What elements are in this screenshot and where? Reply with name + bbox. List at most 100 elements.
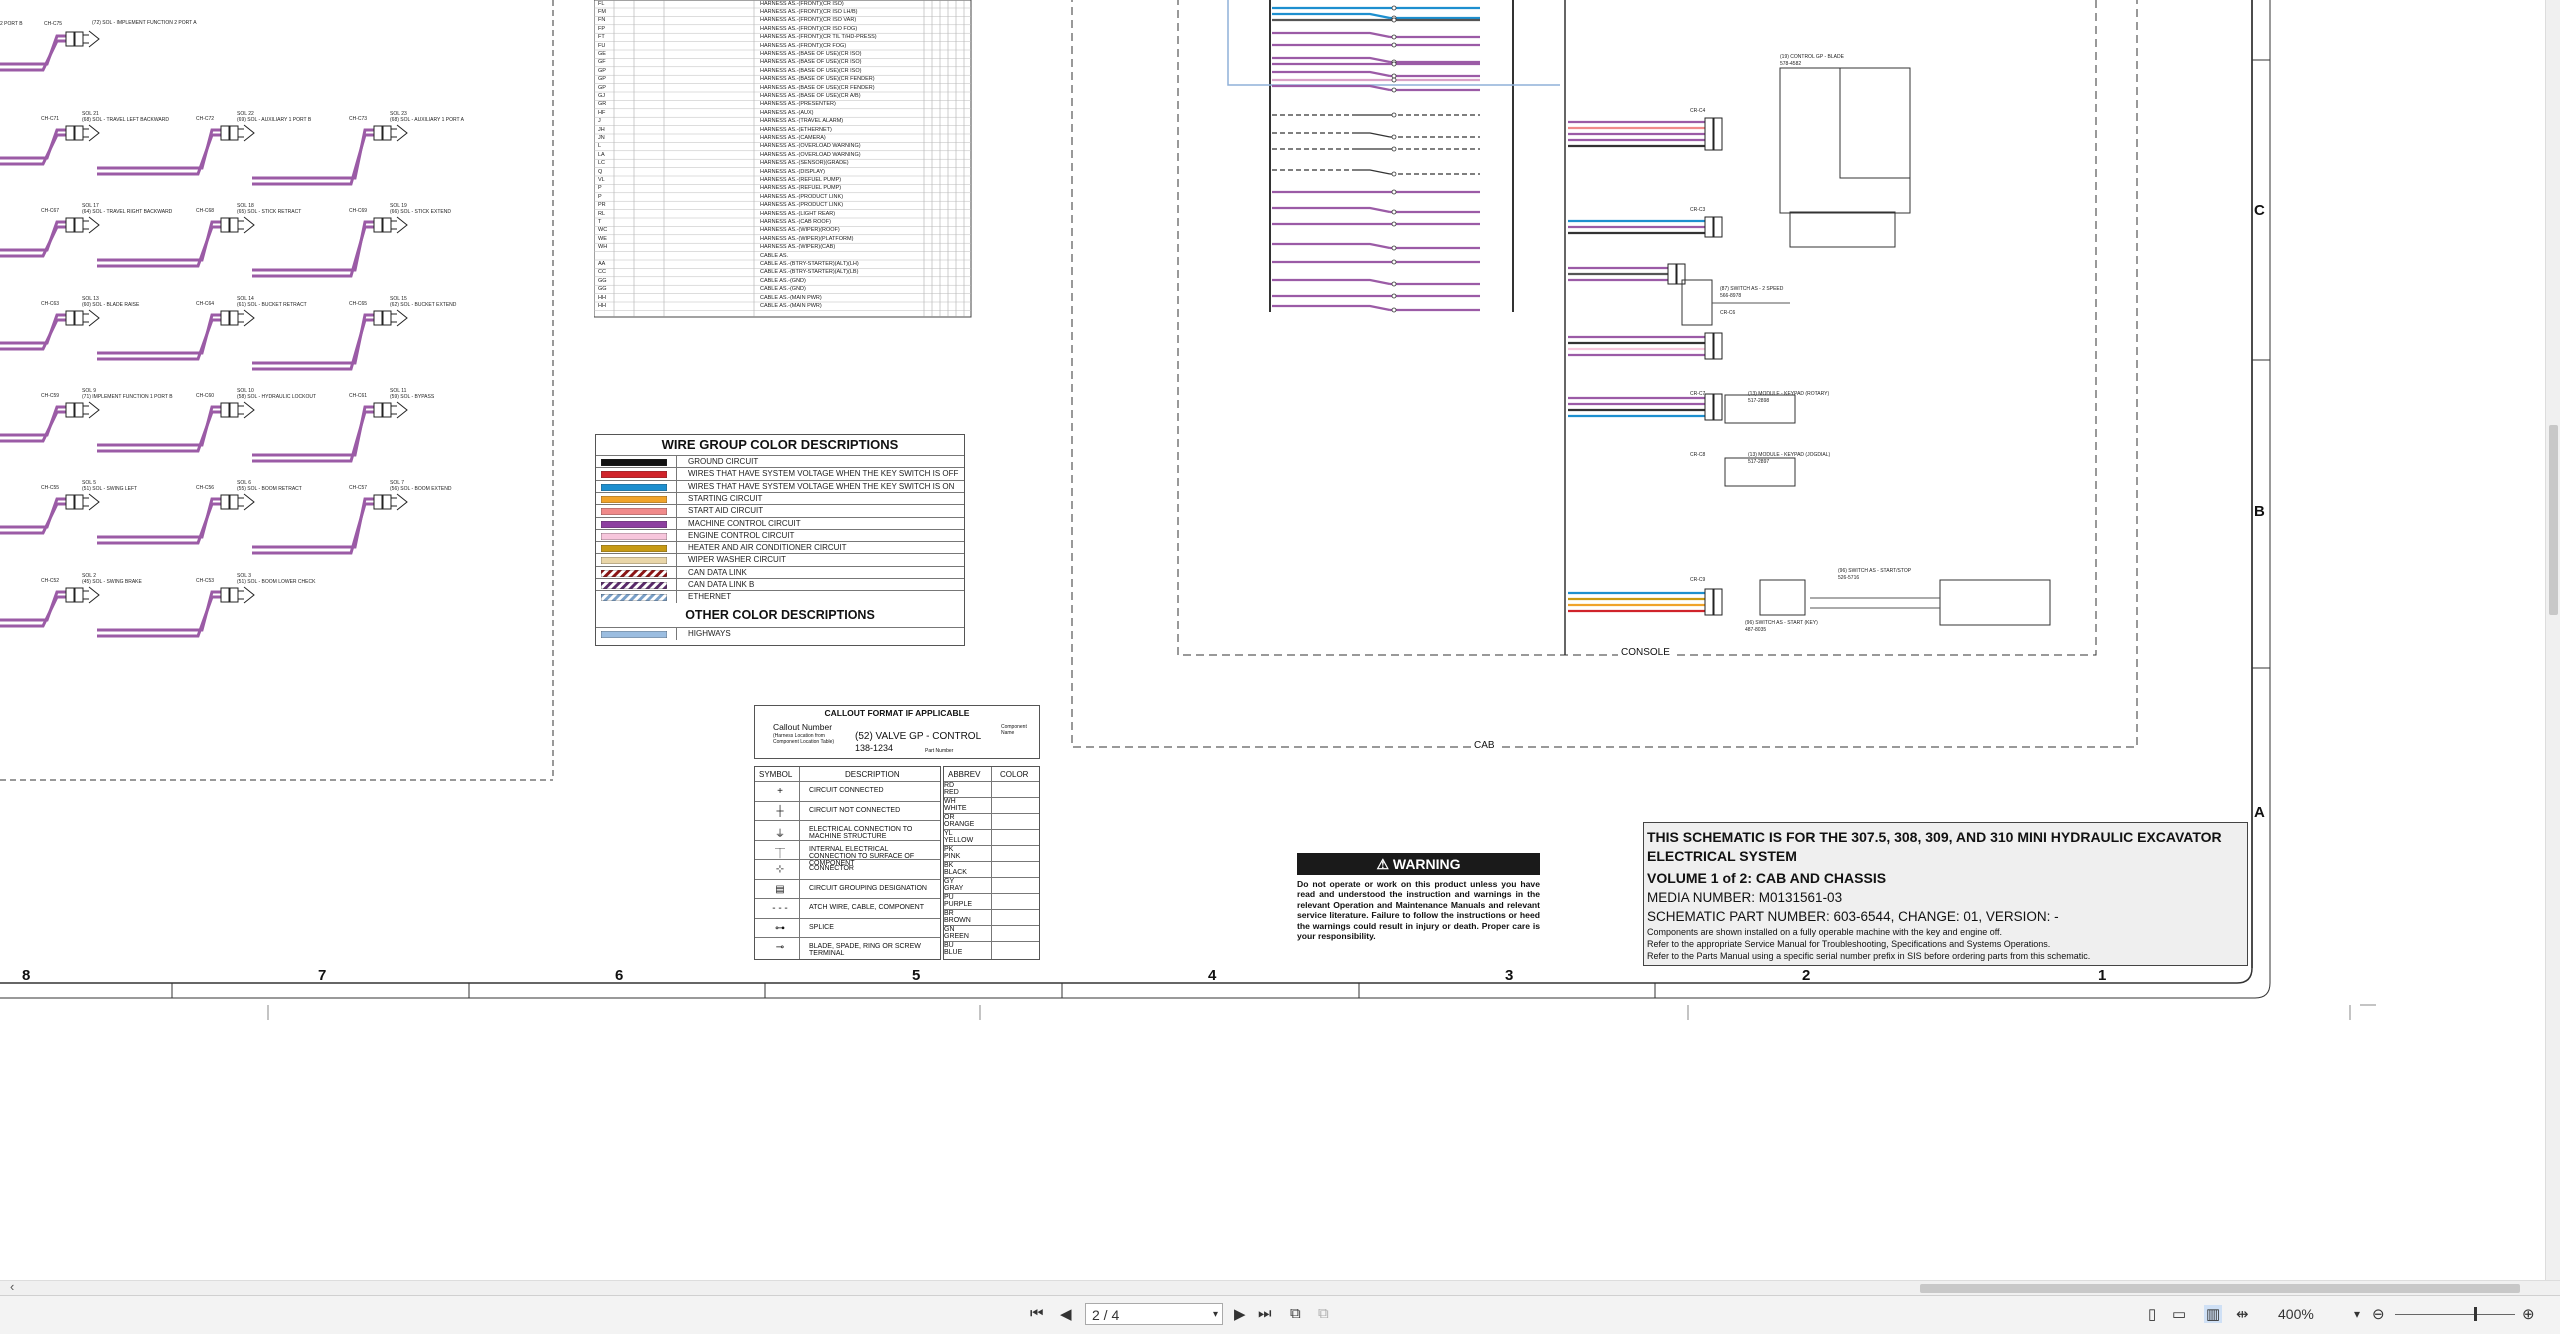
color-abbrev: OR (944, 814, 955, 821)
color-row: RD RED (944, 781, 1039, 798)
symbol-row: ⊹ CONNECTOR (755, 859, 940, 879)
prev-page-icon[interactable]: ◀ (1060, 1305, 1072, 1323)
harness-code: L (598, 143, 602, 150)
legend-swatch (601, 508, 667, 516)
color-row: GN GREEN (944, 925, 1039, 942)
scroll-left-icon[interactable]: ‹ (10, 1279, 14, 1294)
harness-code: PR (598, 202, 606, 209)
connector-label: CH-C72 (196, 116, 215, 122)
color-name: RED (944, 789, 959, 796)
harness-desc: HARNESS AS.-(BASE OF USE)(CR FENDER) (760, 76, 875, 83)
fit-width-icon[interactable]: ⇹ (2236, 1305, 2249, 1323)
component-label: 517-2898 (1748, 398, 1770, 404)
zoom-dropdown-icon[interactable]: ▾ (2354, 1307, 2360, 1321)
zone-label-1: 1 (2098, 967, 2107, 984)
harness-desc: HARNESS AS.-(FRONT)(CR ISO LH/B) (760, 8, 858, 15)
harness-code: RL (598, 210, 606, 217)
document-viewport[interactable]: FL HARNESS AS.-(FRONT)(CR ISO) FM HARNESS A… (0, 0, 2545, 1280)
last-page-icon[interactable]: ⏭ (1258, 1305, 1272, 1322)
zone-label-3: 3 (1505, 967, 1514, 984)
solenoid-name: (68) SOL - TRAVEL LEFT BACKWARD (82, 117, 169, 123)
solenoid-port-label: 2 PORT B (0, 21, 23, 27)
zone-label-8: 8 (22, 967, 31, 984)
harness-code: FU (598, 42, 606, 49)
component-label: (13) MODULE - KEYPAD (ROTARY) (1748, 391, 1830, 397)
page-view-icon[interactable]: ⧉ (1290, 1305, 1301, 1322)
zoom-out-icon[interactable]: ⊖ (2372, 1305, 2385, 1323)
harness-desc: CABLE AS.-(BTRY-STARTER)(ALT)(LB) (760, 269, 859, 276)
legend-row: ETHERNET (596, 590, 964, 604)
connector-label: CH-C60 (196, 393, 215, 399)
symbol-desc: BLADE, SPADE, RING OR SCREW TERMINAL (809, 943, 921, 957)
harness-desc: HARNESS AS.-(FRONT)(CR ISO VAR) (760, 17, 857, 24)
component-label: CR-C3 (1690, 207, 1706, 213)
zone-label-2: 2 (1802, 967, 1811, 984)
zoom-level[interactable]: 400% (2278, 1306, 2314, 1322)
harness-desc: HARNESS AS.-(PRESENTER) (760, 101, 836, 108)
title-note1: Components are shown installed on a full… (1647, 927, 2003, 937)
legend-label: WIPER WASHER CIRCUIT (688, 555, 786, 565)
legend-divider (676, 480, 677, 493)
zoom-slider-handle[interactable] (2474, 1307, 2477, 1321)
two-page-icon[interactable]: ▥ (2204, 1305, 2223, 1323)
harness-desc: CABLE AS. (760, 252, 789, 259)
legend-swatch (601, 520, 667, 528)
page-number-input[interactable]: 2 / 4 ▾ (1085, 1303, 1223, 1325)
continuous-page-icon[interactable]: ▭ (2172, 1305, 2186, 1323)
callout-part: 138-1234 (855, 743, 894, 753)
harness-code: FL (598, 0, 605, 7)
single-page-icon[interactable]: ▯ (2148, 1305, 2156, 1323)
harness-code: CC (598, 269, 606, 276)
harness-desc: HARNESS AS.-(ETHERNET) (760, 126, 832, 133)
harness-code: GR (598, 101, 607, 108)
legend-row: WIPER WASHER CIRCUIT (596, 553, 964, 567)
color-row: YL YELLOW (944, 829, 1039, 846)
symbol-row: ┼ CIRCUIT NOT CONNECTED (755, 800, 940, 821)
horizontal-scroll-thumb[interactable] (1920, 1284, 2520, 1293)
vertical-scrollbar[interactable] (2545, 0, 2560, 1280)
solenoid-name: (56) SOL - BOOM EXTEND (390, 486, 452, 492)
zoom-in-icon[interactable]: ⊕ (2522, 1305, 2535, 1323)
harness-desc: HARNESS AS.-(REFUEL PUMP) (760, 176, 842, 183)
page-view-alt-icon[interactable]: ⧉ (1318, 1305, 1329, 1322)
harness-code: LC (598, 160, 606, 167)
legend-row: STARTING CIRCUIT (596, 491, 964, 505)
harness-code: HH (598, 294, 606, 301)
component-label: CR-C6 (1720, 310, 1736, 316)
legend-divider (676, 579, 677, 591)
color-abbrev-table: ABBREV COLOR RD RED WH WHITE OR ORANGE YL YELLO… (943, 766, 1040, 960)
legend-swatch (601, 557, 667, 565)
first-page-icon[interactable]: ⏮ (1030, 1305, 1044, 1322)
color-abbrev: YL (944, 830, 953, 837)
symbol-header: SYMBOL (759, 770, 793, 779)
zoom-slider[interactable] (2395, 1314, 2515, 1315)
legend-label: STARTING CIRCUIT (688, 493, 763, 503)
harness-code: P (598, 193, 602, 200)
legend-divider (676, 468, 677, 481)
legend-row: CAN DATA LINK (596, 565, 964, 579)
harness-code: GJ (598, 92, 606, 99)
connector-label: CH-C65 (349, 301, 368, 307)
component-label: 578-4582 (1780, 61, 1802, 67)
page-number-value: 2 / 4 (1092, 1307, 1120, 1323)
symbol-glyph: ┼ (776, 805, 784, 817)
connector-label: CH-C57 (349, 485, 368, 491)
harness-code: GF (598, 59, 606, 66)
legend-swatch (601, 483, 667, 491)
legend-divider (676, 529, 677, 542)
vertical-scroll-thumb[interactable] (2549, 425, 2558, 615)
color-row: PU PURPLE (944, 893, 1039, 910)
connector-label: CH-C64 (196, 301, 215, 307)
connector-label: CH-C61 (349, 393, 368, 399)
cab-label: CAB (1471, 740, 1498, 751)
symbol-row: ▤ CIRCUIT GROUPING DESIGNATION (755, 878, 940, 899)
right-console-wiring (1227, 0, 2051, 626)
connector-label: CH-C73 (349, 116, 368, 122)
chevron-down-icon[interactable]: ▾ (1213, 1304, 1218, 1326)
legend-swatch (601, 594, 667, 602)
horizontal-scrollbar[interactable]: ‹ (0, 1279, 2560, 1295)
component-label: (13) MODULE - KEYPAD (JOGDIAL) (1748, 452, 1831, 458)
next-page-icon[interactable]: ▶ (1234, 1305, 1246, 1323)
harness-code: Q (598, 168, 603, 175)
harness-desc: HARNESS AS.-(WIPER)(ROOF) (760, 227, 840, 234)
